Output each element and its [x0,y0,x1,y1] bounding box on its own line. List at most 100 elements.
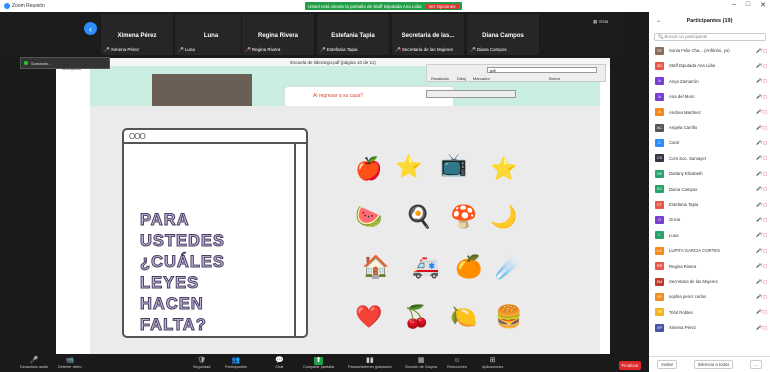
marker-tool[interactable]: Marcador [473,76,490,81]
muted-mic-icon: 🎤̸ ▢ [756,139,767,145]
participant-row[interactable]: A Andrea Martínez 🎤̸ ▢ [655,107,767,118]
control-seguridad[interactable]: 🛡 Seguridad [193,357,210,369]
control-icon: ▦ [417,357,425,364]
sticker-icon: ⭐ [490,156,518,181]
video-tile[interactable]: Secretaria de las... 🎤̸ Secretaria de las… [391,13,465,56]
sticker-icon: 🌙 [490,204,518,229]
pdf-search-input[interactable]: pdf [487,67,597,73]
erase-tool[interactable]: Borrar [549,76,560,81]
control-compartir-pantalla[interactable]: ⬆ Compartir pantalla [303,357,334,369]
participant-row[interactable]: SD Staff Diputada Ana Lidia 🎤̸ ▢ [655,60,767,71]
control-pausar-detener-grabaci-n[interactable]: ▮▮ Pausar/detener grabación [348,357,392,369]
participant-name: Gricia [669,217,681,223]
participants-panel: ⌄ Participantes (19) 🔍 Buscar un partici… [649,12,770,372]
participant-row[interactable]: DC Diana Campos 🎤̸ ▢ [655,184,767,195]
view-options-button[interactable]: Ver Opciones [425,3,459,9]
participant-name: Anya Zamarrón [669,78,699,84]
maximize-button[interactable]: □ [746,1,750,9]
participant-row[interactable]: DE Darlany Elizabeth 🎤̸ ▢ [655,168,767,179]
participant-row[interactable]: A Ana del Muro 🎤̸ ▢ [655,91,767,102]
participant-row[interactable]: XP Ximena Pérez 🎤̸ ▢ [655,322,767,333]
window-controls: – □ ✕ [732,1,766,9]
highlight-tool[interactable]: Resaltado [431,76,449,81]
participant-search-input[interactable]: 🔍 Buscar un participante [654,33,766,41]
control-secci-n-de-grupos[interactable]: ▦ Sección de Grupos [405,357,437,369]
participant-row[interactable]: SM Secretaria de las Mujeres 🎤̸ ▢ [655,276,767,287]
control-icon: 💬 [275,357,284,364]
participant-name: Ana del Muro [669,94,695,100]
prev-page-button[interactable]: ‹ [84,22,97,35]
participant-row[interactable]: A Anya Zamarrón 🎤̸ ▢ [655,76,767,87]
horizontal-scrollbar[interactable] [426,90,516,98]
participant-row[interactable]: L Luna 🎤̸ ▢ [655,230,767,241]
muted-mic-icon: 🎤̸ ▢ [756,293,767,299]
participant-row[interactable]: LG LUPITA GARCIA CORTES 🎤̸ ▢ [655,245,767,256]
sticker-icon: 🍒 [403,304,431,329]
participant-row[interactable]: AC Angela Carrillo 🎤̸ ▢ [655,122,767,133]
avatar: LG [655,246,664,255]
end-meeting-button[interactable]: Finalizar [619,361,641,370]
self-view[interactable]: Sumando... [20,57,110,69]
muted-mic-icon: 🎤̸ [470,47,476,52]
close-button[interactable]: ✕ [760,1,766,9]
draw-tool[interactable]: Dibuj [457,76,466,81]
minimize-button[interactable]: – [732,1,736,9]
participant-row[interactable]: ET Estefania Tapia 🎤̸ ▢ [655,199,767,210]
participant-row[interactable]: SP sophia perez carlos 🎤̸ ▢ [655,291,767,302]
sticker-icon: 🍋 [450,304,478,329]
video-tile[interactable]: Ximena Pérez 🎤̸ Ximena Pérez [100,13,174,56]
panel-title: Participantes (19) [686,18,733,24]
control-icon: ☺ [453,357,461,364]
muted-mic-icon: 🎤̸ ▢ [756,309,767,315]
avatar: SF [655,46,664,55]
muted-mic-icon: 🎤̸ [104,47,110,52]
tile-label: 🎤̸ Estefania Tapia [320,47,358,52]
video-tile[interactable]: Diana Campos 🎤̸ Diana Campos [466,13,540,56]
view-button[interactable]: ▦ Vista [593,19,608,25]
browser-dots: OOO [124,130,306,144]
avatar: RR [655,262,664,271]
participant-name: Regina Rivera [669,263,697,269]
control-icon: 👥 [231,357,241,364]
invite-button[interactable]: Invitar [657,360,678,369]
tile-label: 🎤̸ Ximena Pérez [104,47,140,52]
sticker-icon: 🍊 [455,254,483,279]
slide-heading: PARA USTEDES ¿CUÁLES LEYES HACEN FALTA? [140,211,225,335]
avatar: SM [655,277,664,286]
participant-row[interactable]: CS Com.Soc. Samayel 🎤̸ ▢ [655,153,767,164]
control-participantes[interactable]: 👥 Participantes [225,357,247,369]
more-button[interactable]: ... [750,360,762,369]
control-icon: ▮▮ [365,357,374,364]
control-icon: 🛡 [197,357,207,364]
participant-name: Carol [669,140,680,146]
participant-name: Luna [669,232,679,238]
mute-all-button[interactable]: Silenciar a todos [693,360,734,369]
control-chat[interactable]: 💬 Chat [275,357,284,369]
avatar: XP [655,323,664,332]
sticker-icon: 🚑 [412,254,440,279]
avatar: ET [655,200,664,209]
muted-mic-icon: 🎤̸ [320,47,326,52]
control-reacciones[interactable]: ☺ Reacciones [447,357,467,369]
participant-row[interactable]: SF Sonia Felix Cha... (Anfitrión, yo) 🎤̸ ▢ [655,45,767,56]
sticker-icon: 🍳 [405,204,433,229]
muted-mic-icon: 🎤̸ ▢ [756,247,767,253]
zoom-logo-icon [4,3,10,9]
video-tile[interactable]: Estefania Tapia 🎤̸ Estefania Tapia [316,13,390,56]
muted-mic-icon: 🎤̸ ▢ [756,124,767,130]
video-tile[interactable]: Regina Rivera 🎤̸ Regina Rivera [241,13,315,56]
title-bar: Zoom Reunión Usted está viendo la pantal… [0,0,770,12]
participant-name: Ximena Pérez [669,325,696,331]
participant-row[interactable]: C Carol 🎤̸ ▢ [655,137,767,148]
control-detener-video[interactable]: 📹 Detener video [58,357,82,369]
avatar: L [655,231,664,240]
participant-name: Diana Campos [669,186,698,192]
participant-row[interactable]: G Gricia 🎤̸ ▢ [655,214,767,225]
control-aplicaciones[interactable]: ⊞ Aplicaciones [482,357,503,369]
tile-name: Secretaria de las... [401,33,455,39]
video-tile[interactable]: Luna 🎤̸ Luna [174,13,248,56]
control-desactivar-audio[interactable]: 🎤 Desactivar audio [20,357,48,369]
participant-row[interactable]: TR Tofol Robles 🎤̸ ▢ [655,307,767,318]
participant-row[interactable]: RR Regina Rivera 🎤̸ ▢ [655,261,767,272]
slide-page: OOO PARA USTEDES ¿CUÁLES LEYES HACEN FAL… [90,106,600,354]
